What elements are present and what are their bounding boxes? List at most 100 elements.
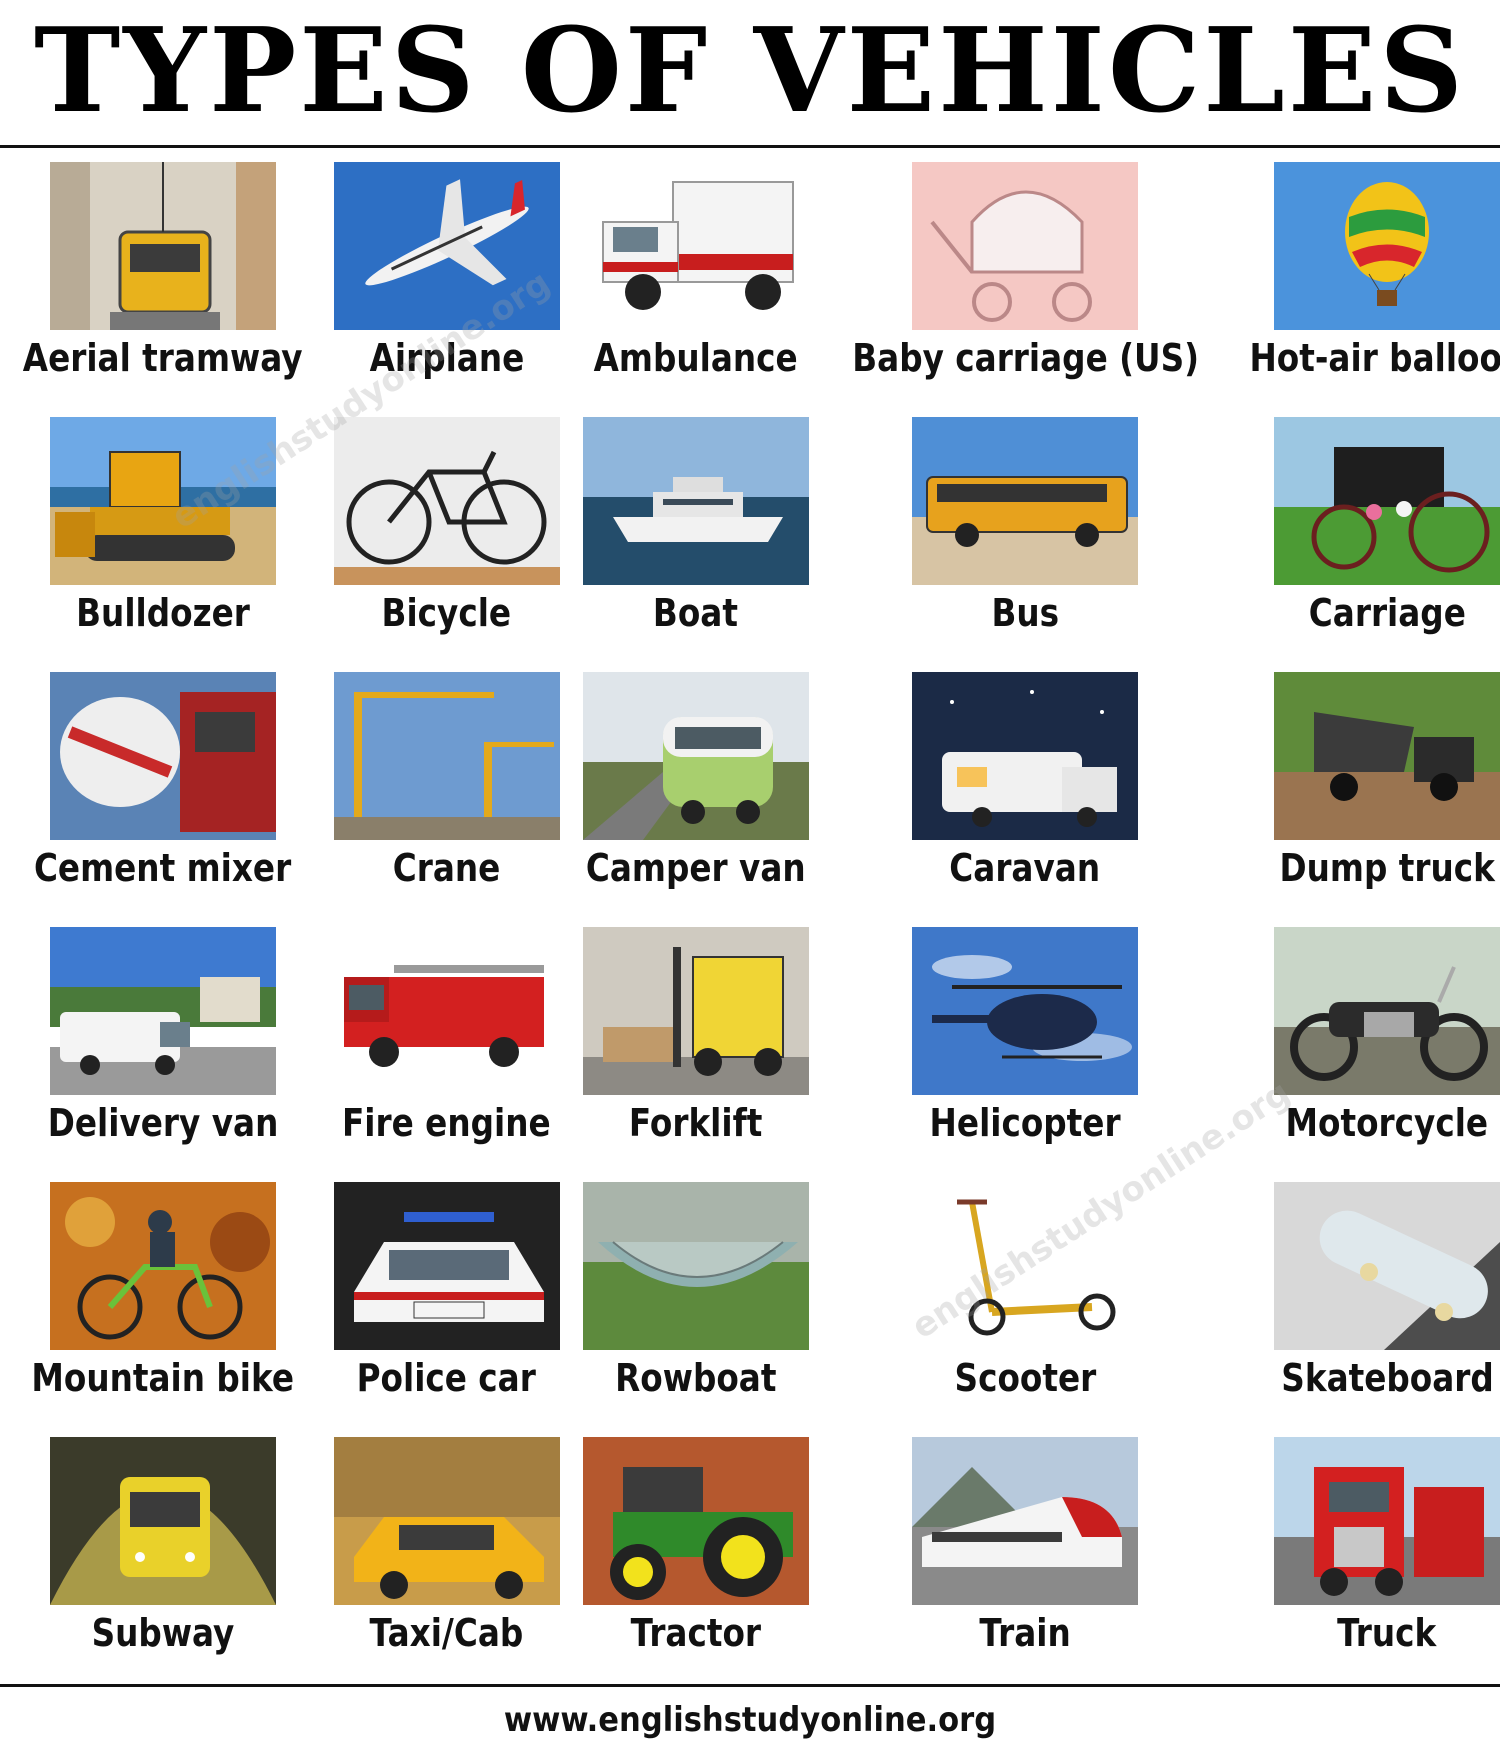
vehicle-card: Motorcycle xyxy=(1227,915,1500,1170)
vehicle-card: Carriage xyxy=(1227,405,1500,660)
vehicle-label: Hot-air balloon xyxy=(1249,336,1500,380)
vehicle-photo xyxy=(49,417,276,585)
vehicle-label: Baby carriage (US) xyxy=(851,336,1199,380)
vehicle-label: Subway xyxy=(91,1611,235,1655)
vehicle-card: Rowboat xyxy=(568,1170,824,1425)
vehicle-label: Police car xyxy=(357,1356,537,1400)
vehicle-card: Ambulance xyxy=(568,150,824,405)
vehicle-photo xyxy=(1274,1182,1500,1350)
vehicle-photo xyxy=(49,927,276,1095)
heli-icon xyxy=(912,927,1139,1095)
bicycle-icon xyxy=(333,417,560,585)
bulldozer-icon xyxy=(49,417,276,585)
vehicle-card: Aerial tramway xyxy=(0,150,325,405)
police-icon xyxy=(333,1182,560,1350)
vehicle-photo xyxy=(49,1437,276,1605)
vehicle-label: Dump truck xyxy=(1279,846,1495,890)
vehicle-card: Police car xyxy=(325,1170,568,1425)
vehicle-photo xyxy=(582,672,809,840)
vehicle-label: Mountain bike xyxy=(31,1356,294,1400)
camper-icon xyxy=(582,672,809,840)
vehicle-photo xyxy=(333,927,560,1095)
vehicle-label: Delivery van xyxy=(47,1101,278,1145)
vehicle-photo xyxy=(333,162,560,330)
vehicle-card: Truck xyxy=(1227,1425,1500,1680)
vehicle-photo xyxy=(333,1437,560,1605)
van-icon xyxy=(49,927,276,1095)
page-title: TYPES OF VEHICLES xyxy=(33,3,1467,139)
balloon-icon xyxy=(1274,162,1500,330)
vehicle-photo xyxy=(1274,927,1500,1095)
vehicle-label: Ambulance xyxy=(593,336,798,380)
vehicle-label: Caravan xyxy=(949,846,1101,890)
vehicle-card: Bulldozer xyxy=(0,405,325,660)
vehicle-label: Carriage xyxy=(1308,591,1466,635)
vehicle-label: Tractor xyxy=(630,1611,761,1655)
vehicle-card: Delivery van xyxy=(0,915,325,1170)
mixer-icon xyxy=(49,672,276,840)
tram-icon xyxy=(49,162,276,330)
vehicle-photo xyxy=(1274,417,1500,585)
vehicle-photo xyxy=(582,1437,809,1605)
vehicle-label: Helicopter xyxy=(929,1101,1121,1145)
ambulance-icon xyxy=(582,162,809,330)
moto-icon xyxy=(1274,927,1500,1095)
vehicle-photo xyxy=(333,672,560,840)
vehicle-photo xyxy=(582,162,809,330)
vehicle-card: Cement mixer xyxy=(0,660,325,915)
vehicle-photo xyxy=(912,1182,1139,1350)
vehicle-label: Forklift xyxy=(628,1101,763,1145)
dump-icon xyxy=(1274,672,1500,840)
scooter-icon xyxy=(912,1182,1139,1350)
truck-icon xyxy=(1274,1437,1500,1605)
vehicle-label: Taxi/Cab xyxy=(369,1611,524,1655)
carriage-icon xyxy=(1274,417,1500,585)
vehicle-card: Taxi/Cab xyxy=(325,1425,568,1680)
vehicle-label: Rowboat xyxy=(615,1356,777,1400)
vehicle-card: Boat xyxy=(568,405,824,660)
vehicle-card: Bus xyxy=(824,405,1227,660)
fire-icon xyxy=(333,927,560,1095)
vehicle-card: Baby carriage (US) xyxy=(824,150,1227,405)
vehicle-card: Hot-air balloon xyxy=(1227,150,1500,405)
vehicle-card: Mountain bike xyxy=(0,1170,325,1425)
vehicle-photo xyxy=(582,927,809,1095)
vehicle-label: Aerial tramway xyxy=(22,336,303,380)
subway-icon xyxy=(49,1437,276,1605)
vehicle-card: Bicycle xyxy=(325,405,568,660)
vehicle-label: Fire engine xyxy=(342,1101,551,1145)
bus-icon xyxy=(912,417,1139,585)
vehicle-card: Camper van xyxy=(568,660,824,915)
vehicle-photo xyxy=(912,162,1139,330)
vehicle-card: Fire engine xyxy=(325,915,568,1170)
vehicle-label: Motorcycle xyxy=(1285,1101,1489,1145)
vehicle-card: Airplane xyxy=(325,150,568,405)
vehicle-card: Skateboard xyxy=(1227,1170,1500,1425)
vehicle-label: Bulldozer xyxy=(75,591,250,635)
vehicle-label: Bus xyxy=(991,591,1059,635)
vehicle-label: Truck xyxy=(1337,1611,1437,1655)
forklift-icon xyxy=(582,927,809,1095)
rowboat-icon xyxy=(582,1182,809,1350)
vehicle-card: Crane xyxy=(325,660,568,915)
vehicle-label: Camper van xyxy=(585,846,806,890)
vehicle-label: Airplane xyxy=(369,336,524,380)
caravan-icon xyxy=(912,672,1139,840)
vehicle-label: Cement mixer xyxy=(34,846,292,890)
vehicle-photo xyxy=(333,1182,560,1350)
train-icon xyxy=(912,1437,1139,1605)
vehicle-photo xyxy=(582,417,809,585)
vehicle-photo xyxy=(912,672,1139,840)
bottom-divider xyxy=(0,1684,1500,1687)
vehicle-label: Scooter xyxy=(954,1356,1097,1400)
vehicle-photo xyxy=(49,672,276,840)
vehicle-label: Skateboard xyxy=(1280,1356,1494,1400)
boat-icon xyxy=(582,417,809,585)
vehicle-grid: Aerial tramway Airplane Ambulance Baby carr… xyxy=(0,150,1500,1680)
vehicle-card: Tractor xyxy=(568,1425,824,1680)
crane-icon xyxy=(333,672,560,840)
vehicle-card: Subway xyxy=(0,1425,325,1680)
vehicle-label: Crane xyxy=(392,846,501,890)
vehicle-card: Train xyxy=(824,1425,1227,1680)
vehicle-card: Forklift xyxy=(568,915,824,1170)
